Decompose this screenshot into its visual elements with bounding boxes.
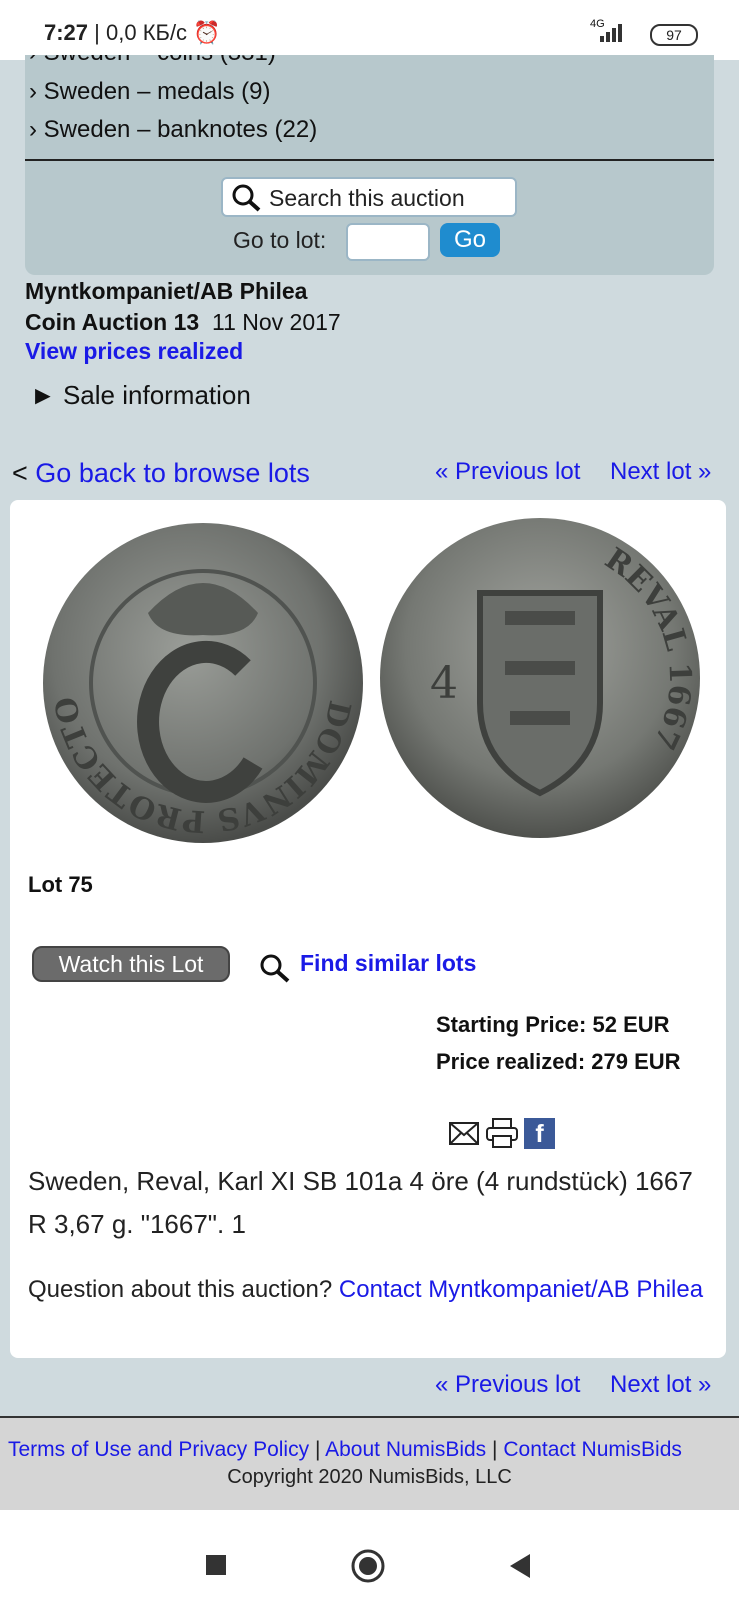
sale-info-toggle[interactable]: ► Sale information	[30, 380, 251, 411]
coin-reverse-image[interactable]: REVAL 1667 4	[370, 508, 710, 848]
watch-lot-button[interactable]: Watch this Lot	[32, 946, 230, 982]
price-realized: Price realized: 279 EUR	[436, 1049, 681, 1074]
next-lot-link[interactable]: Next lot »	[610, 458, 711, 486]
signal-icon	[600, 24, 622, 42]
lot-description: Sweden, Reval, Karl XI SB 101a 4 öre (4 …	[28, 1166, 693, 1239]
lot-number: Lot 75	[28, 872, 93, 897]
auction-title: Coin Auction 13 11 Nov 2017	[25, 309, 341, 335]
footer-links: Terms of Use and Privacy Policy | About …	[8, 1438, 682, 1461]
search-placeholder: Search this auction	[269, 185, 465, 211]
footer: Terms of Use and Privacy Policy | About …	[0, 1416, 739, 1511]
terms-link[interactable]: Terms of Use and Privacy Policy	[8, 1438, 309, 1461]
copyright: Copyright 2020 NumisBids, LLC	[227, 1466, 512, 1488]
category-item[interactable]: › Sweden – medals (9)	[29, 78, 270, 106]
search-input[interactable]: Search this auction	[221, 177, 517, 217]
facebook-icon[interactable]: f	[524, 1118, 555, 1149]
recents-icon[interactable]	[206, 1555, 226, 1575]
battery-icon: 97	[650, 24, 698, 46]
about-link[interactable]: About NumisBids	[325, 1438, 486, 1461]
email-icon[interactable]	[449, 1121, 481, 1147]
home-icon[interactable]	[350, 1548, 386, 1584]
contact-house-link[interactable]: Contact Myntkompaniet/AB Philea	[339, 1276, 703, 1303]
back-link[interactable]: < Go back to browse lots	[12, 458, 310, 489]
system-nav-bar	[0, 1510, 739, 1600]
lot-card: DOMINVS PROTECTOR MEVS REVAL 1667 4 Lot …	[10, 500, 726, 1358]
category-item[interactable]: › Sweden – banknotes (22)	[29, 116, 317, 144]
prev-lot-link[interactable]: « Previous lot	[435, 458, 580, 486]
status-bar: 7:27 | 0,0 КБ/с ⏰ 4G 97	[0, 0, 739, 60]
go-button[interactable]: Go	[440, 223, 500, 257]
next-lot-link-bottom[interactable]: Next lot »	[610, 1371, 711, 1399]
view-prices-link[interactable]: View prices realized	[25, 338, 243, 365]
coin-obverse-image[interactable]: DOMINVS PROTECTOR MEVS	[38, 518, 368, 848]
alarm-icon: ⏰	[193, 20, 221, 45]
contact-link[interactable]: Contact NumisBids	[503, 1438, 682, 1461]
goto-lot-input[interactable]	[346, 223, 430, 261]
auction-house: Myntkompaniet/AB Philea	[25, 278, 308, 304]
find-similar-link[interactable]: Find similar lots	[300, 950, 476, 977]
status-time: 7:27 | 0,0 КБ/с ⏰	[44, 20, 221, 45]
print-icon[interactable]	[485, 1117, 519, 1149]
starting-price: Starting Price: 52 EUR	[436, 1012, 670, 1037]
question-text: Question about this auction? Contact Myn…	[28, 1276, 704, 1303]
goto-label: Go to lot:	[233, 227, 327, 253]
category-panel: › Sweden – coins (331) › Sweden – medals…	[25, 55, 714, 275]
search-icon	[260, 954, 290, 983]
category-item[interactable]: › Sweden – coins (331)	[29, 55, 276, 67]
prev-lot-link-bottom[interactable]: « Previous lot	[435, 1371, 580, 1399]
coin-value-digit: 4	[430, 658, 458, 709]
divider	[25, 159, 714, 161]
triangle-right-icon: ►	[30, 380, 56, 410]
back-icon[interactable]	[508, 1552, 532, 1580]
search-icon	[232, 184, 261, 212]
